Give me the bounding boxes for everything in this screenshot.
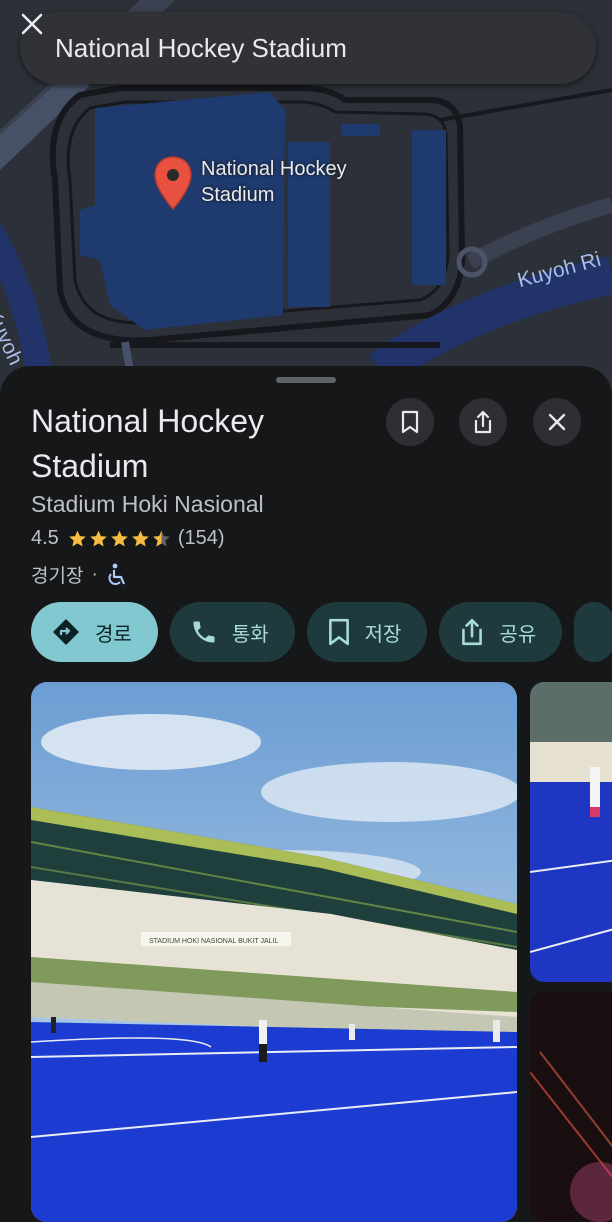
star-icon bbox=[131, 530, 149, 546]
review-count[interactable]: (154) bbox=[178, 527, 225, 550]
category-separator: · bbox=[91, 563, 98, 585]
place-photo-main[interactable]: STADIUM HOKI NASIONAL BUKIT JALIL bbox=[31, 682, 517, 1222]
stadium-banner-text: STADIUM HOKI NASIONAL BUKIT JALIL bbox=[149, 938, 279, 945]
place-photo-secondary[interactable] bbox=[530, 682, 612, 982]
place-title: National Hockey Stadium bbox=[31, 403, 264, 484]
place-category: 경기장 bbox=[31, 566, 84, 587]
save-button[interactable]: 저장 bbox=[306, 602, 428, 662]
call-button[interactable]: 통화 bbox=[169, 602, 295, 662]
phone-icon bbox=[193, 621, 215, 643]
save-header-button[interactable] bbox=[386, 398, 434, 446]
place-sheet: National Hockey Stadium Stadium Hoki Nas… bbox=[0, 366, 612, 1222]
share-label: 공유 bbox=[499, 623, 537, 646]
search-input[interactable]: National Hockey Stadium bbox=[55, 33, 536, 64]
directions-label: 경로 bbox=[95, 623, 132, 646]
category-row: 경기장 · bbox=[31, 561, 128, 588]
place-subtitle: Stadium Hoki Nasional bbox=[31, 491, 264, 517]
share-icon bbox=[462, 618, 483, 646]
half-star-icon bbox=[152, 530, 170, 546]
rating-stars bbox=[67, 529, 172, 549]
directions-icon bbox=[53, 619, 79, 645]
stadium-photo: STADIUM HOKI NASIONAL BUKIT JALIL bbox=[31, 682, 517, 1222]
map-view[interactable]: National Hockey Stadium Kuyoh Ri Kuyoh N… bbox=[0, 0, 612, 420]
save-label: 저장 bbox=[364, 623, 402, 646]
call-label: 통화 bbox=[231, 623, 269, 646]
action-chips: 경로 통화 저장 공유 bbox=[31, 602, 612, 662]
night-event-photo bbox=[530, 992, 612, 1222]
directions-button[interactable]: 경로 bbox=[31, 602, 158, 662]
rating-value: 4.5 bbox=[31, 527, 59, 549]
search-bar[interactable]: National Hockey Stadium bbox=[20, 12, 596, 84]
map-pin-icon[interactable] bbox=[153, 155, 193, 211]
bookmark-icon bbox=[328, 618, 349, 646]
share-header-button[interactable] bbox=[459, 398, 507, 446]
rating-row[interactable]: 4.5 (154) bbox=[31, 527, 225, 550]
wheelchair-accessible-icon bbox=[108, 563, 125, 585]
drag-handle[interactable] bbox=[276, 377, 336, 383]
search-clear-icon[interactable] bbox=[21, 13, 576, 68]
close-sheet-button[interactable] bbox=[533, 398, 581, 446]
hockey-action-photo bbox=[530, 682, 612, 982]
star-icon bbox=[89, 530, 107, 546]
share-icon bbox=[474, 410, 492, 434]
close-icon bbox=[548, 413, 566, 431]
share-button[interactable]: 공유 bbox=[439, 602, 563, 662]
star-icon bbox=[110, 530, 128, 546]
more-actions-chip[interactable] bbox=[574, 602, 612, 662]
bookmark-icon bbox=[401, 410, 419, 434]
map-pin-label: National Hockey Stadium bbox=[201, 158, 347, 206]
place-photo-tertiary[interactable] bbox=[530, 992, 612, 1222]
star-icon bbox=[68, 530, 86, 546]
